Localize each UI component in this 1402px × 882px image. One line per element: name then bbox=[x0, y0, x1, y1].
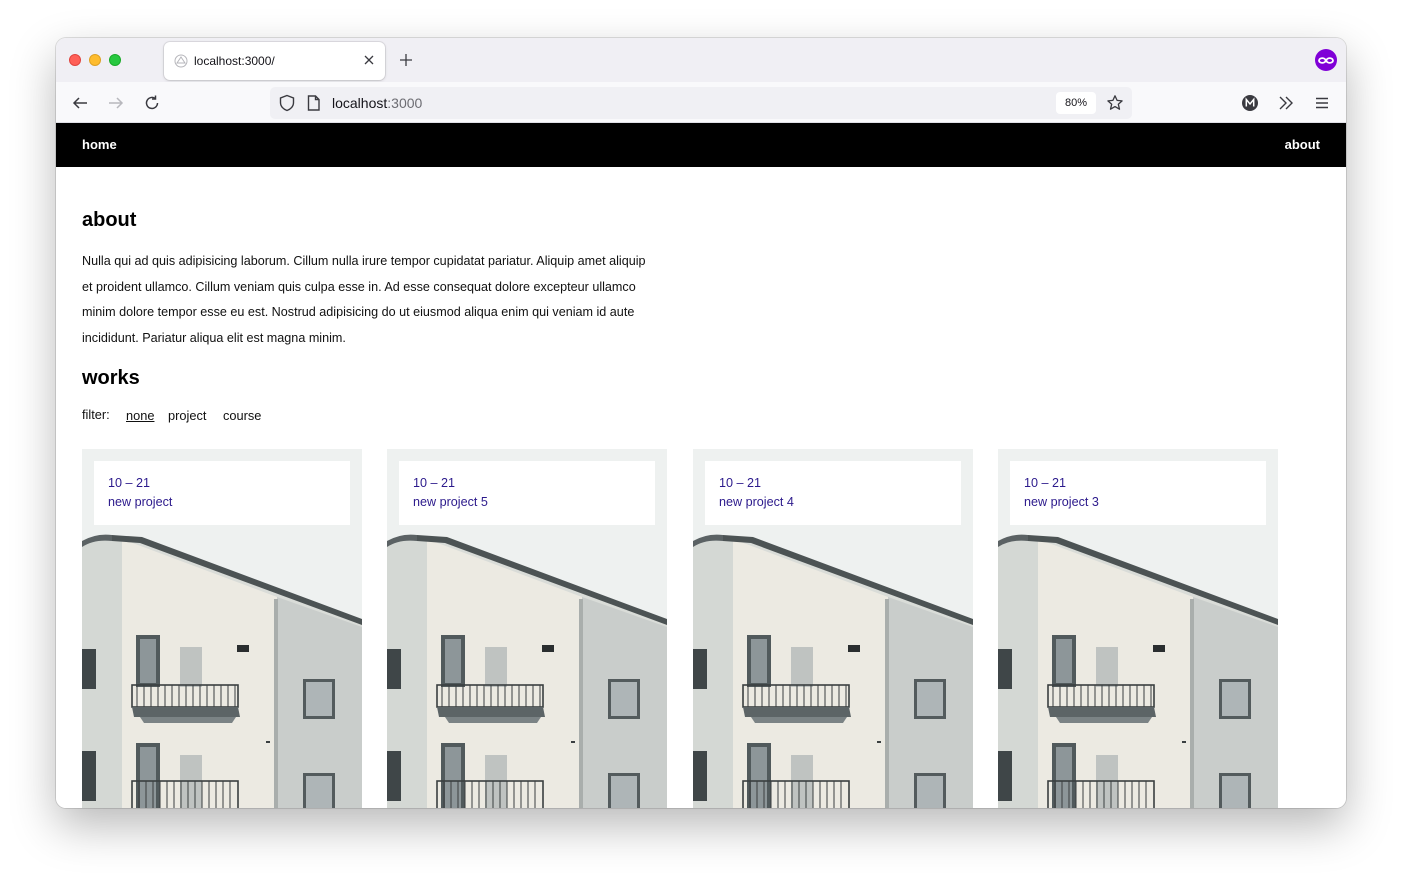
chevron-double-right-icon[interactable] bbox=[1277, 94, 1295, 112]
card-title: new project 4 bbox=[719, 495, 794, 509]
new-tab-icon[interactable] bbox=[398, 52, 414, 68]
card-label: 10 – 21 new project 5 bbox=[399, 461, 655, 525]
about-heading: about bbox=[82, 209, 137, 231]
close-tab-icon[interactable] bbox=[361, 52, 377, 68]
card-label: 10 – 21 new project 3 bbox=[1010, 461, 1266, 525]
filter-course[interactable]: course bbox=[223, 408, 261, 423]
close-window-button[interactable] bbox=[69, 54, 81, 66]
address-bar[interactable]: localhost:3000 80% bbox=[270, 87, 1132, 119]
browser-toolbar: localhost:3000 80% bbox=[56, 82, 1346, 123]
account-avatar-icon[interactable] bbox=[1241, 94, 1259, 112]
shield-icon[interactable] bbox=[278, 94, 296, 112]
url-host: localhost bbox=[332, 95, 388, 111]
forward-arrow-icon[interactable] bbox=[107, 94, 125, 112]
card-date: 10 – 21 bbox=[1024, 476, 1067, 490]
work-card[interactable]: 10 – 21 new project 3 bbox=[998, 449, 1278, 808]
page-icon bbox=[307, 95, 320, 111]
work-card[interactable]: 10 – 21 new project 5 bbox=[387, 449, 667, 808]
site-navbar: home about bbox=[56, 123, 1346, 167]
nav-home-link[interactable]: home bbox=[82, 137, 117, 152]
reload-icon[interactable] bbox=[143, 94, 161, 112]
browser-window: localhost:3000/ localhost:3000 80% home … bbox=[56, 38, 1346, 808]
bookmark-star-icon[interactable] bbox=[1106, 94, 1124, 112]
card-label: 10 – 21 new project 4 bbox=[705, 461, 961, 525]
globe-icon bbox=[174, 54, 188, 68]
zoom-badge[interactable]: 80% bbox=[1056, 92, 1096, 114]
page-viewport: home about about Nulla qui ad quis adipi… bbox=[56, 123, 1346, 808]
menu-hamburger-icon[interactable] bbox=[1313, 94, 1331, 112]
tab-bar: localhost:3000/ bbox=[56, 38, 1346, 82]
private-browsing-icon[interactable] bbox=[1314, 48, 1338, 72]
maximize-window-button[interactable] bbox=[109, 54, 121, 66]
filter-none[interactable]: none bbox=[126, 408, 154, 423]
works-heading: works bbox=[82, 367, 140, 389]
about-paragraph: Nulla qui ad quis adipisicing laborum. C… bbox=[82, 254, 646, 346]
card-date: 10 – 21 bbox=[413, 476, 456, 490]
url-text[interactable]: localhost:3000 bbox=[332, 95, 422, 111]
works-grid: 10 – 21 new project 10 – 21 new project … bbox=[82, 449, 1322, 808]
card-label: 10 – 21 new project bbox=[94, 461, 350, 525]
card-title: new project bbox=[108, 495, 173, 509]
minimize-window-button[interactable] bbox=[89, 54, 101, 66]
tab-title: localhost:3000/ bbox=[194, 54, 275, 68]
card-title: new project 5 bbox=[413, 495, 488, 509]
work-card[interactable]: 10 – 21 new project 4 bbox=[693, 449, 973, 808]
browser-tab[interactable]: localhost:3000/ bbox=[164, 42, 385, 80]
card-title: new project 3 bbox=[1024, 495, 1099, 509]
filter-label: filter: bbox=[82, 407, 110, 422]
nav-about-link[interactable]: about bbox=[1285, 137, 1320, 152]
work-card[interactable]: 10 – 21 new project bbox=[82, 449, 362, 808]
url-port: :3000 bbox=[387, 95, 423, 111]
filter-project[interactable]: project bbox=[168, 408, 206, 423]
back-arrow-icon[interactable] bbox=[71, 94, 89, 112]
card-date: 10 – 21 bbox=[108, 476, 151, 490]
card-date: 10 – 21 bbox=[719, 476, 762, 490]
